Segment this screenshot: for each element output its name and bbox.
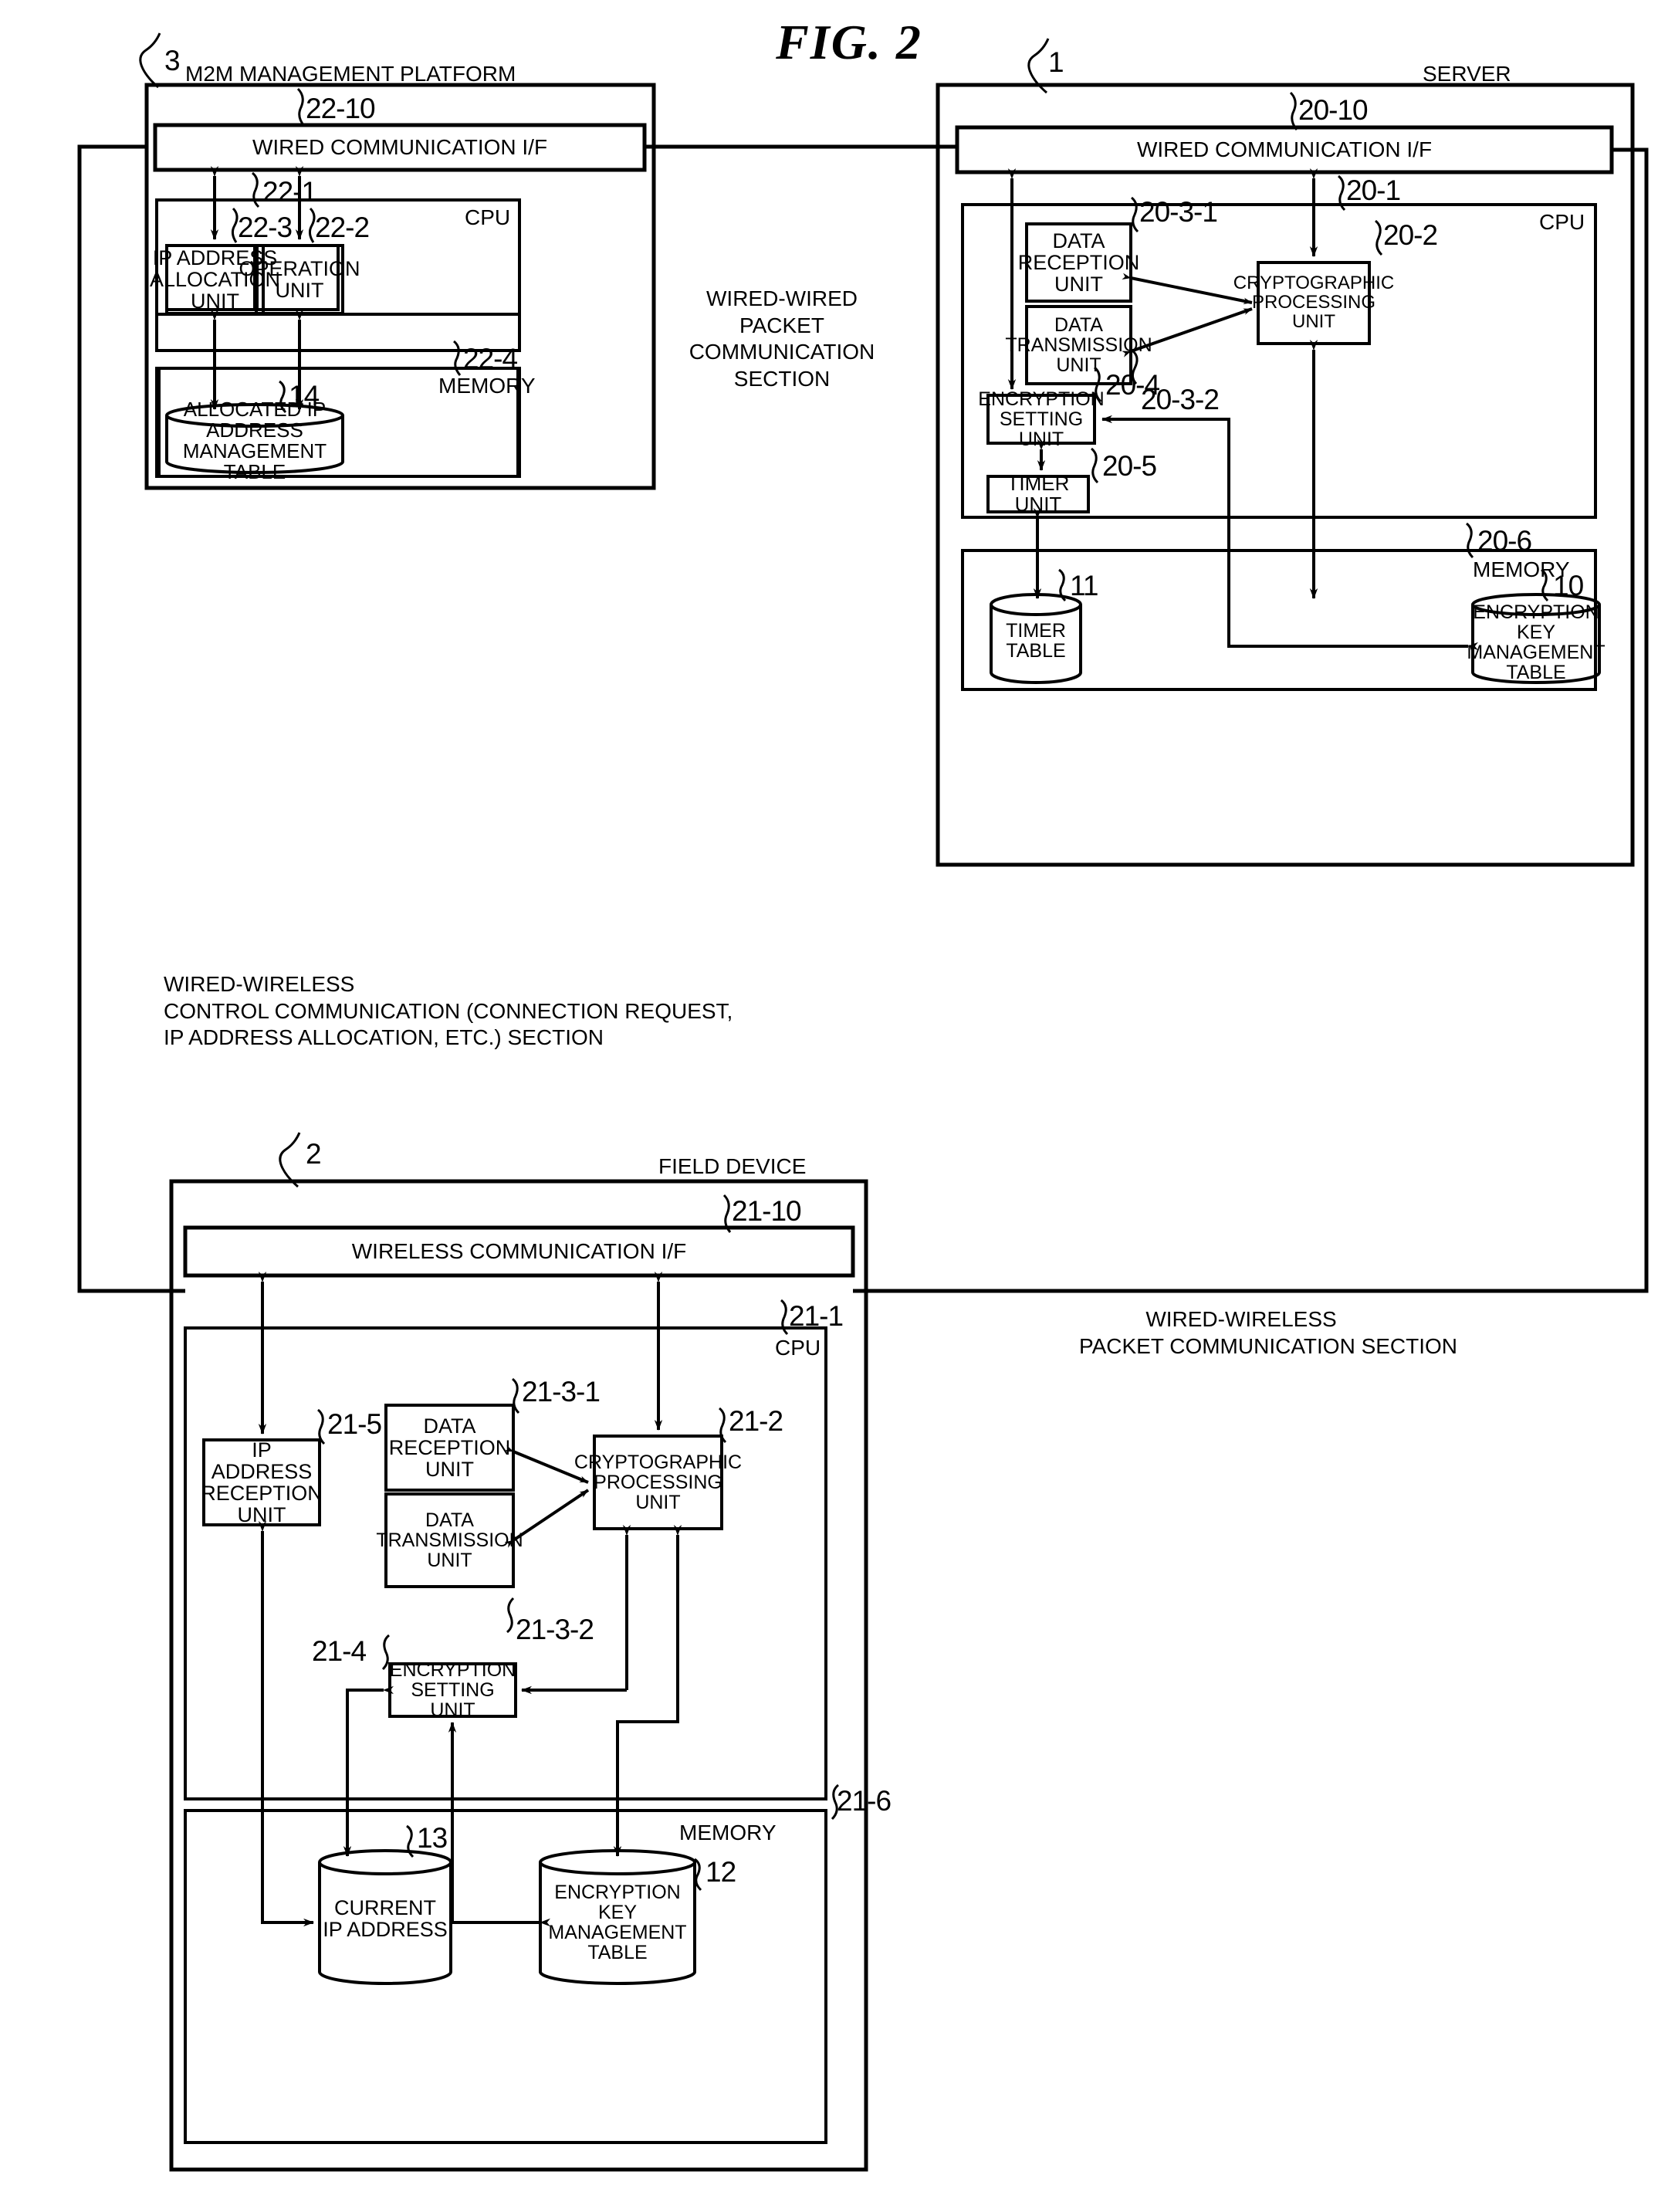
ref-field-device: 2 [306, 1138, 322, 1170]
ref-ip-reception-unit: 21-5 [327, 1408, 382, 1440]
ref-server-timer-unit: 20-5 [1102, 450, 1157, 482]
ref-m2m-memory: 22-4 [463, 343, 518, 374]
field-device-block-title: FIELD DEVICE [658, 1154, 807, 1178]
ref-field-iface: 21-10 [732, 1195, 802, 1227]
current-ip-address[interactable]: CURRENT IP ADDRESS [320, 1892, 451, 1946]
field-cpu-tag: CPU [775, 1336, 821, 1360]
annotation-wired-wireless-control: WIRED-WIRELESS CONTROL COMMUNICATION (CO… [164, 972, 733, 1050]
ref-m2m-iface: 22-10 [306, 93, 376, 124]
ref-field-data-transmission: 21-3-2 [516, 1614, 594, 1645]
operation-unit[interactable]: OPERATION UNIT [239, 246, 360, 313]
field-encryption-setting-unit[interactable]: ENCRYPTION SETTING UNIT [390, 1660, 516, 1720]
ref-field-enc-setting: 21-4 [312, 1635, 367, 1667]
server-data-reception-unit[interactable]: DATA RECEPTION UNIT [1018, 224, 1140, 301]
ref-server-memory: 20-6 [1477, 525, 1532, 557]
ref-server-key-table: 10 [1553, 570, 1584, 601]
server-wired-comm-if[interactable]: WIRED COMMUNICATION I/F [957, 127, 1612, 172]
field-encryption-key-management-table[interactable]: ENCRYPTION KEY MANAGEMENT TABLE [540, 1882, 695, 1963]
ip-address-reception-unit[interactable]: IP ADDRESS RECEPTION UNIT [201, 1439, 323, 1526]
ref-field-cpu: 21-1 [789, 1300, 844, 1332]
field-data-transmission-unit[interactable]: DATA TRANSMISSION UNIT [376, 1494, 523, 1587]
ref-m2m-cpu: 22-1 [262, 176, 317, 208]
ref-field-data-reception: 21-3-1 [522, 1376, 601, 1407]
figure-title: FIG. 2 [776, 15, 922, 69]
m2m-cpu-tag: CPU [465, 205, 511, 229]
ref-timer-table: 11 [1070, 570, 1098, 601]
field-data-reception-unit[interactable]: DATA RECEPTION UNIT [386, 1405, 513, 1490]
ref-ip-allocation-unit: 22-3 [238, 212, 293, 243]
m2m-memory-tag: MEMORY [438, 374, 536, 398]
ref-server-crypto: 20-2 [1383, 219, 1438, 251]
ref-server-iface: 20-10 [1298, 94, 1369, 126]
server-block-title: SERVER [1423, 62, 1511, 86]
ref-field-memory: 21-6 [837, 1785, 892, 1817]
field-memory-tag: MEMORY [679, 1821, 777, 1844]
field-cryptographic-processing-unit[interactable]: CRYPTOGRAPHIC PROCESSING UNIT [574, 1436, 742, 1529]
ref-server-cpu: 20-1 [1346, 174, 1401, 206]
server-cryptographic-processing-unit[interactable]: CRYPTOGRAPHIC PROCESSING UNIT [1233, 263, 1395, 344]
ref-m2m: 3 [164, 45, 181, 76]
server-cpu-tag: CPU [1539, 210, 1585, 234]
m2m-block-title: M2M MANAGEMENT PLATFORM [185, 62, 516, 86]
server-timer-unit[interactable]: TIMER UNIT [988, 473, 1088, 514]
allocated-ip-address-management-table[interactable]: ALLOCATED IP ADDRESS MANAGEMENT TABLE [167, 398, 343, 482]
ref-field-crypto: 21-2 [729, 1405, 783, 1437]
m2m-wired-comm-if[interactable]: WIRED COMMUNICATION I/F [155, 125, 645, 170]
annotation-wired-wired-packet: WIRED-WIRED PACKET COMMUNICATION SECTION [689, 286, 875, 391]
ref-server-data-reception: 20-3-1 [1139, 196, 1218, 228]
ref-current-ip-address: 13 [417, 1822, 448, 1854]
field-wireless-comm-if[interactable]: WIRELESS COMMUNICATION I/F [185, 1228, 853, 1275]
annotation-wired-wireless-packet: WIRED-WIRELESS PACKET COMMUNICATION SECT… [1079, 1307, 1458, 1358]
server-encryption-setting-unit[interactable]: ENCRYPTION SETTING UNIT [978, 389, 1104, 449]
ref-field-key-table: 12 [705, 1856, 736, 1888]
patent-figure-canvas: FIG. 2 3 M2M MANAGEMENT PLATFORM 22-10 W… [0, 0, 1658, 2212]
server-encryption-key-management-table[interactable]: ENCRYPTION KEY MANAGEMENT TABLE [1467, 602, 1605, 683]
timer-table[interactable]: TIMER TABLE [991, 621, 1081, 661]
ref-server-enc-setting: 20-4 [1105, 369, 1160, 401]
ref-server: 1 [1048, 46, 1064, 78]
ref-operation-unit: 22-2 [315, 212, 370, 243]
